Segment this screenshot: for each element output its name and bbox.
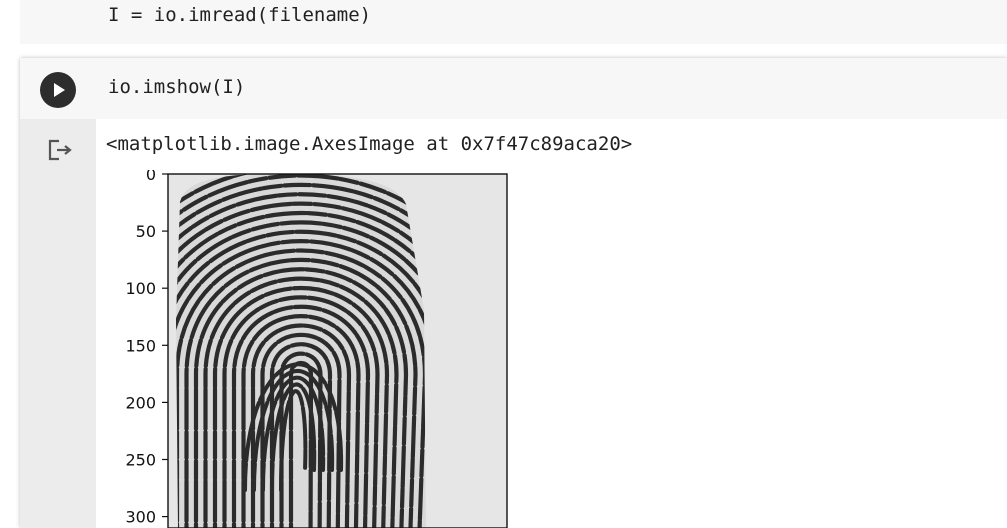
y-tick-label: 50 [136,222,156,241]
previous-code-cell[interactable]: I = io.imread(filename) [20,0,1007,44]
cell-code-editor[interactable]: io.imshow(I) [108,76,245,98]
y-tick-label: 300 [125,508,156,527]
cell-output-text: <matplotlib.image.AxesImage at 0x7f47c89… [106,133,633,155]
y-tick-label: 100 [125,279,156,298]
y-tick-label: 0 [146,170,156,184]
y-tick-label: 250 [125,451,156,470]
run-cell-button[interactable] [40,72,76,108]
y-tick-label: 200 [125,393,156,412]
play-icon [54,83,65,97]
output-redirect-icon[interactable] [47,138,75,162]
imshow-figure: 0 50 100 150 200 250 300 [125,170,508,528]
cell-input[interactable]: io.imshow(I) [20,58,1007,119]
cell-gutter [20,58,96,528]
previous-cell-code[interactable]: I = io.imread(filename) [108,4,371,26]
y-tick-label: 150 [125,336,156,355]
